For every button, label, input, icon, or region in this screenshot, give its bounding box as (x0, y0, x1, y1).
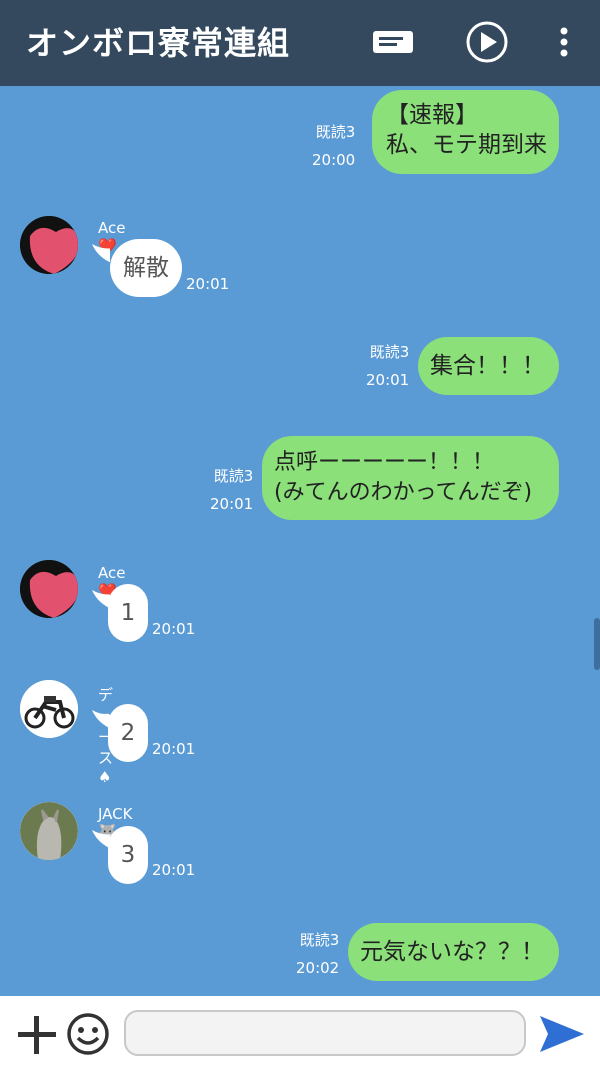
plus-icon[interactable] (16, 1014, 58, 1056)
message-bubble[interactable]: 元気ないな？？！ (348, 923, 559, 981)
message-bubble[interactable]: 解散 (110, 239, 182, 297)
avatar[interactable] (20, 802, 78, 860)
message-list[interactable]: 既読3 20:00 【速報】 私、モテ期到来 Ace❤️ 解散 20:01 既読… (0, 86, 600, 996)
message-bubble[interactable]: 【速報】 私、モテ期到来 (372, 90, 559, 174)
avatar[interactable] (20, 680, 78, 738)
read-receipt: 既読3 (369, 343, 410, 361)
read-receipt: 既読3 (315, 123, 356, 141)
message-bubble[interactable]: 点呼ーーーーー！！！ (みてんのわかってんだぞ) (262, 436, 559, 520)
message-line: 私、モテ期到来 (386, 132, 547, 158)
message-line: 点呼ーーーーー！！！ (274, 450, 495, 475)
message-line: 集合！！！ (430, 353, 545, 379)
message-line: (みてんのわかってんだぞ) (274, 480, 533, 505)
avatar[interactable] (20, 560, 78, 618)
spade-icon: ♠ (98, 768, 112, 786)
message-time: 20:02 (296, 959, 340, 977)
sender-name: Ace (98, 219, 126, 237)
sender-name: Ace (98, 564, 126, 582)
message-time: 20:01 (152, 740, 196, 758)
message-input[interactable] (124, 1010, 526, 1056)
message-bubble[interactable]: 3 (108, 826, 148, 884)
message-time: 20:01 (186, 275, 230, 293)
message-text: 3 (120, 842, 136, 868)
sender-name: JACK (98, 805, 133, 823)
message-text: 1 (120, 600, 136, 626)
more-vertical-icon[interactable] (552, 18, 576, 66)
message-time: 20:01 (152, 861, 196, 879)
message-bubble[interactable]: 2 (108, 704, 148, 762)
read-receipt: 既読3 (299, 931, 340, 949)
bubble-tail (92, 244, 110, 262)
avatar[interactable] (20, 216, 78, 274)
chat-header: オンボロ寮常連組 (0, 0, 600, 86)
message-line: 元気ないな？？！ (360, 939, 544, 965)
message-line: 【速報】 (386, 102, 478, 128)
send-icon[interactable] (538, 1014, 586, 1054)
read-receipt: 既読3 (213, 467, 254, 485)
notes-icon[interactable] (368, 18, 418, 66)
composer-bar (0, 996, 600, 1071)
play-icon[interactable] (464, 18, 510, 66)
message-time: 20:00 (312, 151, 356, 169)
message-bubble[interactable]: 集合！！！ (418, 337, 559, 395)
message-time: 20:01 (366, 371, 410, 389)
message-text: 解散 (123, 255, 169, 281)
message-bubble[interactable]: 1 (108, 584, 148, 642)
emoji-icon[interactable] (66, 1012, 110, 1056)
message-time: 20:01 (210, 495, 254, 513)
message-time: 20:01 (152, 620, 196, 638)
chat-title: オンボロ寮常連組 (26, 24, 291, 62)
message-text: 2 (120, 720, 136, 746)
scrollbar[interactable] (594, 618, 600, 670)
